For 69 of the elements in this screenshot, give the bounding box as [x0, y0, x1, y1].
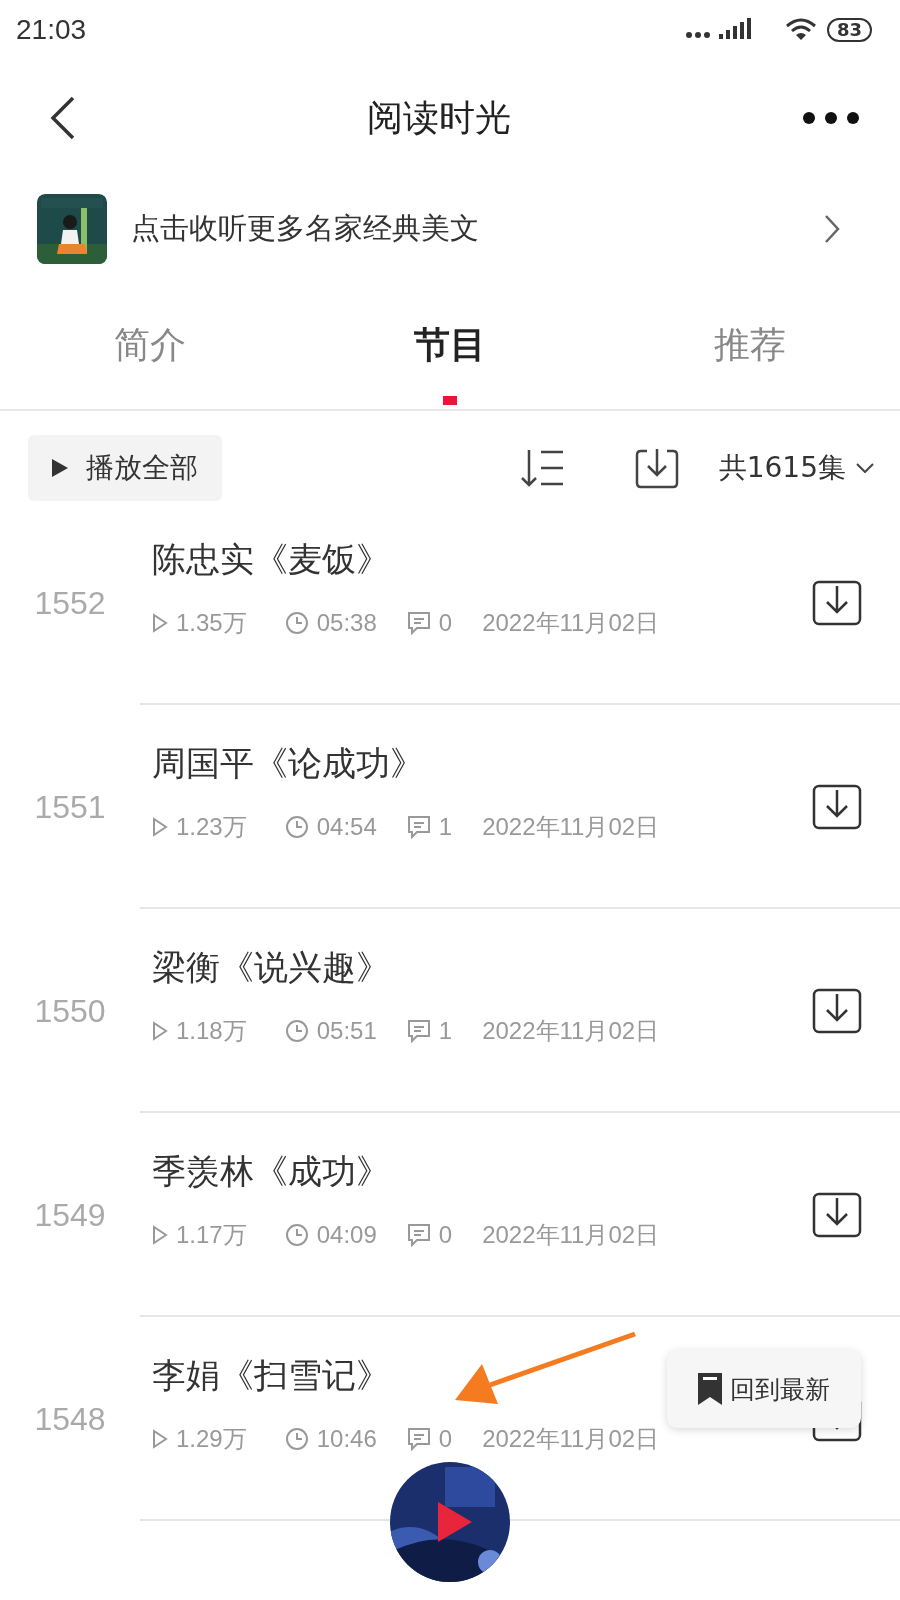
tab[interactable]: 简介	[0, 281, 300, 409]
duration: 05:38	[316, 609, 377, 637]
banner-row[interactable]: 点击收听更多名家经典美文	[0, 176, 900, 281]
clock-icon	[284, 1427, 309, 1451]
play-icon	[152, 817, 168, 837]
play-all-button[interactable]: 播放全部	[28, 435, 222, 501]
publish-date: 2022年11月02日	[482, 608, 660, 638]
chevron-right-icon	[824, 213, 840, 244]
episode-number: 1549	[33, 1196, 107, 1234]
comment-icon	[406, 815, 431, 839]
play-icon	[152, 1021, 168, 1041]
publish-date: 2022年11月02日	[482, 812, 660, 842]
clock-icon	[284, 1223, 309, 1247]
comment-count: 1	[438, 1017, 453, 1045]
clock-icon	[284, 1019, 309, 1043]
download-icon[interactable]	[812, 1192, 862, 1238]
chevron-down-icon[interactable]	[856, 463, 874, 473]
wifi-icon	[784, 18, 817, 42]
episode-title[interactable]: 季羡林《成功》	[152, 1149, 390, 1195]
comment-icon	[406, 1427, 431, 1451]
play-count: 1.23万	[176, 812, 247, 842]
download-icon[interactable]	[634, 447, 679, 489]
comment-count: 0	[438, 1425, 453, 1453]
play-count: 1.18万	[176, 1016, 247, 1046]
battery-level: 83	[826, 18, 872, 42]
play-icon	[52, 459, 68, 477]
episode-number: 1552	[33, 584, 107, 622]
episode-title[interactable]: 陈忠实《麦饭》	[152, 537, 390, 583]
tab[interactable]: 推荐	[600, 281, 900, 409]
publish-date: 2022年11月02日	[482, 1016, 660, 1046]
play-icon	[152, 1429, 168, 1449]
play-icon	[152, 613, 168, 633]
page-title: 阅读时光	[367, 95, 511, 140]
comment-count: 0	[438, 609, 453, 637]
clock-icon	[284, 611, 309, 635]
download-icon[interactable]	[812, 580, 862, 626]
episode-title[interactable]: 梁衡《说兴趣》	[152, 945, 390, 991]
publish-date: 2022年11月02日	[482, 1220, 660, 1250]
duration: 05:51	[316, 1017, 377, 1045]
duration: 10:46	[316, 1425, 377, 1453]
download-icon[interactable]	[812, 784, 862, 830]
more-icon[interactable]	[802, 111, 860, 125]
comment-icon	[406, 1019, 431, 1043]
play-count: 1.17万	[176, 1220, 247, 1250]
episode-number: 1551	[33, 788, 107, 826]
back-icon[interactable]	[50, 96, 76, 140]
back-to-latest-toast[interactable]: 回到最新	[667, 1350, 861, 1428]
status-time: 21:03	[16, 14, 87, 46]
publish-date: 2022年11月02日	[482, 1424, 660, 1454]
clock-icon	[284, 815, 309, 839]
play-count: 1.29万	[176, 1424, 247, 1454]
sort-icon[interactable]	[518, 448, 565, 488]
play-icon	[152, 1225, 168, 1245]
episode-title[interactable]: 李娟《扫雪记》	[152, 1353, 390, 1399]
comment-count: 1	[438, 813, 453, 841]
comment-icon	[406, 611, 431, 635]
comment-count: 0	[438, 1221, 453, 1249]
episode-count[interactable]: 共1615集	[718, 449, 846, 487]
play-count: 1.35万	[176, 608, 247, 638]
duration: 04:54	[316, 813, 377, 841]
episode-number: 1550	[33, 992, 107, 1030]
banner-text: 点击收听更多名家经典美文	[131, 209, 480, 247]
episode-number: 1548	[33, 1400, 107, 1438]
bookmark-icon	[698, 1373, 722, 1405]
duration: 04:09	[316, 1221, 377, 1249]
episode-title[interactable]: 周国平《论成功》	[152, 741, 424, 787]
comment-icon	[406, 1223, 431, 1247]
tab[interactable]: 节目	[300, 281, 600, 409]
download-icon[interactable]	[812, 988, 862, 1034]
